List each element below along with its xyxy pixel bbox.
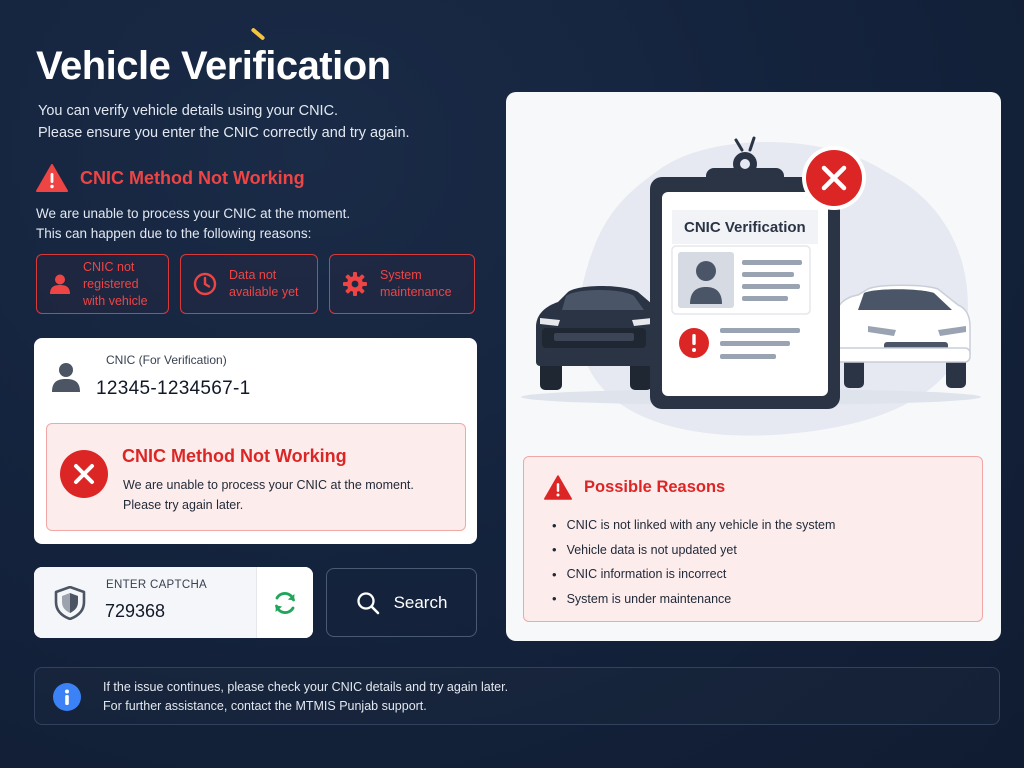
clock-icon: [193, 272, 217, 296]
cnic-card: CNIC (For Verification) 12345-1234567-1 …: [34, 338, 477, 544]
reason-chip-maintenance: System maintenance: [329, 254, 475, 314]
possible-reasons-heading: Possible Reasons: [544, 475, 725, 500]
cnic-input[interactable]: 12345-1234567-1: [96, 378, 251, 400]
captcha-field: ENTER CAPTCHA 729368: [34, 567, 313, 638]
list-item: CNIC is not linked with any vehicle in t…: [552, 513, 836, 538]
illustration-card-title: CNIC Verification: [684, 219, 806, 236]
list-item: CNIC information is incorrect: [552, 562, 835, 587]
error-message: We are unable to process your CNIC at th…: [123, 478, 414, 512]
page-title: Vehicle Verification: [36, 44, 391, 88]
illustration-panel: CNIC Verification Possible Reasons CNIC …: [506, 92, 1001, 641]
error-badge-icon: [802, 146, 866, 210]
warning-desc-line-1: We are unable to process your CNIC at th…: [36, 206, 351, 221]
reason-chip-label: Data not available yet: [229, 268, 299, 299]
list-item: Vehicle data is not updated yet: [552, 538, 835, 563]
info-message: If the issue continues, please check you…: [103, 680, 509, 713]
captcha-input[interactable]: 729368: [105, 601, 165, 622]
warning-description: We are unable to process your CNIC at th…: [36, 204, 350, 244]
subtitle-line-2: Please ensure you enter the CNIC correct…: [38, 125, 410, 141]
subtitle-line-1: You can verify vehicle details using you…: [38, 103, 339, 119]
page-subtitle: You can verify vehicle details using you…: [38, 100, 410, 144]
refresh-icon: [275, 591, 295, 614]
warning-triangle-icon: [544, 475, 572, 500]
cnic-error-box: CNIC Method Not Working We are unable to…: [46, 423, 466, 531]
error-x-icon: [60, 450, 108, 498]
list-item: System is under maintenance: [552, 587, 835, 612]
possible-reasons-box: Possible Reasons CNIC is not linked with…: [523, 456, 983, 622]
warning-desc-line-2: This can happen due to the following rea…: [36, 226, 312, 241]
person-icon: [50, 274, 70, 294]
info-icon: [53, 683, 81, 711]
captcha-label: ENTER CAPTCHA: [106, 579, 208, 591]
title-accent: [250, 27, 266, 41]
possible-reasons-list: CNIC is not linked with any vehicle in t…: [552, 513, 836, 612]
reason-chip-not-registered: CNIC not registered with vehicle: [36, 254, 169, 314]
shield-icon: [54, 586, 86, 620]
warning-triangle-icon: [36, 164, 68, 192]
captcha-input-area[interactable]: ENTER CAPTCHA 729368: [34, 567, 256, 638]
captcha-refresh-button[interactable]: [256, 567, 313, 638]
warning-heading: CNIC Method Not Working: [36, 164, 305, 192]
reason-chip-label: CNIC not registered with vehicle: [83, 259, 148, 308]
error-title: CNIC Method Not Working: [122, 446, 347, 466]
warning-heading-text: CNIC Method Not Working: [80, 167, 305, 188]
search-icon: [356, 591, 379, 614]
cnic-field-label: CNIC (For Verification): [106, 353, 227, 367]
possible-reasons-title: Possible Reasons: [584, 478, 726, 496]
search-button-label: Search: [393, 592, 448, 612]
reason-chip-label: System maintenance: [380, 268, 452, 299]
search-button[interactable]: Search: [326, 568, 477, 637]
reason-chip-data-not-available: Data not available yet: [180, 254, 318, 314]
user-icon: [52, 363, 80, 392]
gear-icon: [343, 272, 367, 296]
cnic-verification-illustration: CNIC Verification: [521, 136, 981, 436]
info-bar: If the issue continues, please check you…: [34, 667, 1000, 725]
